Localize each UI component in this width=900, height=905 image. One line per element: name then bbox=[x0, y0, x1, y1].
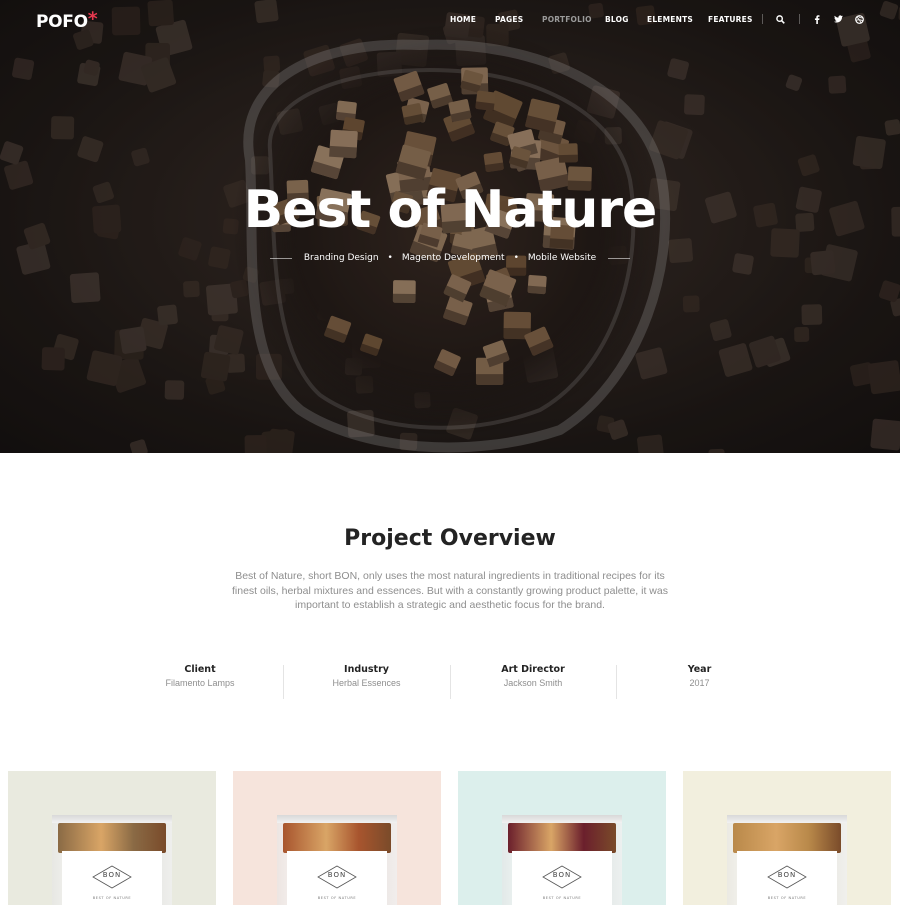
facebook-icon[interactable] bbox=[811, 13, 823, 25]
bag-subtitle: BEST OF NATURE bbox=[92, 896, 132, 900]
bag-subtitle: BEST OF NATURE bbox=[317, 896, 357, 900]
bag-label: BON BEST OF NATURE bbox=[62, 851, 162, 905]
bag-subtitle: BEST OF NATURE bbox=[767, 896, 807, 900]
bag-label: BON BEST OF NATURE bbox=[512, 851, 612, 905]
bag-subtitle: BEST OF NATURE bbox=[542, 896, 582, 900]
meta-industry-value: Herbal Essences bbox=[332, 678, 401, 688]
tag-separator: • bbox=[387, 253, 393, 263]
bag-brand: BON bbox=[327, 871, 347, 879]
meta-year-value: 2017 bbox=[689, 678, 710, 688]
bag-brand: BON bbox=[552, 871, 572, 879]
meta-art-director-value: Jackson Smith bbox=[503, 678, 563, 688]
meta-industry-label: Industry bbox=[344, 664, 389, 675]
gallery-item[interactable]: BON BEST OF NATURE bbox=[683, 771, 891, 905]
meta-client-label: Client bbox=[184, 664, 216, 675]
product-bag-image: BON BEST OF NATURE bbox=[52, 815, 172, 905]
project-overview-title: Project Overview bbox=[344, 526, 556, 551]
nav-pages[interactable]: PAGES bbox=[495, 15, 523, 24]
tag-mobile: Mobile Website bbox=[527, 253, 597, 263]
project-overview-text: Best of Nature, short BON, only uses the… bbox=[232, 570, 668, 611]
nav-divider bbox=[762, 14, 763, 24]
meta-industry: Industry Herbal Essences bbox=[283, 664, 450, 700]
product-bag-image: BON BEST OF NATURE bbox=[502, 815, 622, 905]
meta-year-label: Year bbox=[687, 664, 712, 675]
nav-divider bbox=[799, 14, 800, 24]
nav-elements[interactable]: ELEMENTS bbox=[647, 15, 693, 24]
meta-client-value: Filamento Lamps bbox=[165, 678, 235, 688]
meta-client: Client Filamento Lamps bbox=[117, 664, 283, 700]
search-icon[interactable] bbox=[774, 13, 786, 25]
hero-title: Best of Nature bbox=[243, 180, 658, 240]
bag-contents bbox=[508, 823, 616, 853]
tags-left-line bbox=[269, 257, 292, 259]
tag-magento: Magento Development bbox=[401, 253, 505, 263]
meta-year: Year 2017 bbox=[616, 664, 783, 700]
bag-contents bbox=[733, 823, 841, 853]
nav-home[interactable]: HOME bbox=[450, 15, 476, 24]
nav-features[interactable]: FEATURES bbox=[708, 15, 753, 24]
tag-branding: Branding Design bbox=[303, 253, 379, 263]
bag-label: BON BEST OF NATURE bbox=[737, 851, 837, 905]
meta-art-director: Art Director Jackson Smith bbox=[450, 664, 616, 700]
dribbble-icon[interactable] bbox=[853, 13, 865, 25]
gallery-item[interactable]: BON BEST OF NATURE bbox=[458, 771, 666, 905]
bag-label: BON BEST OF NATURE bbox=[287, 851, 387, 905]
product-bag-image: BON BEST OF NATURE bbox=[727, 815, 847, 905]
tag-separator: • bbox=[513, 253, 519, 263]
hero-tags: Branding Design • Magento Development • … bbox=[0, 253, 900, 263]
main-nav: HOME PAGES PORTFOLIO BLOG ELEMENTS FEATU… bbox=[0, 15, 900, 27]
twitter-icon[interactable] bbox=[832, 13, 844, 25]
bag-contents bbox=[283, 823, 391, 853]
gallery-item[interactable]: BON BEST OF NATURE bbox=[233, 771, 441, 905]
bag-contents bbox=[58, 823, 166, 853]
bag-brand: BON bbox=[777, 871, 797, 879]
nav-portfolio[interactable]: PORTFOLIO bbox=[542, 15, 592, 24]
meta-art-director-label: Art Director bbox=[501, 664, 565, 675]
tags-right-line bbox=[608, 257, 631, 259]
bag-brand: BON bbox=[102, 871, 122, 879]
product-bag-image: BON BEST OF NATURE bbox=[277, 815, 397, 905]
gallery-item[interactable]: BON BEST OF NATURE bbox=[8, 771, 216, 905]
nav-blog[interactable]: BLOG bbox=[605, 15, 629, 24]
